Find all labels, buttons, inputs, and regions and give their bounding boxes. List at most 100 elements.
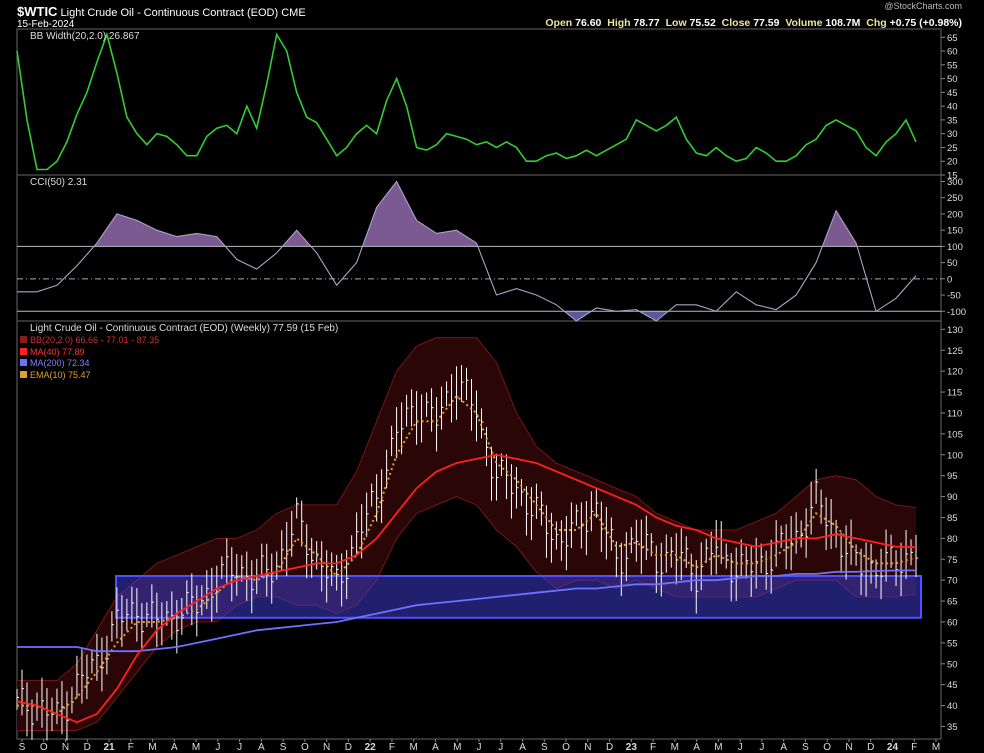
x-tick-label: 21 [103, 742, 115, 753]
x-tick-label: F [128, 742, 134, 753]
x-tick-label: N [584, 742, 591, 753]
x-tick-label: S [280, 742, 287, 753]
legend-ema10: EMA(10) 75.47 [20, 370, 159, 382]
y-tick-label: 45 [947, 88, 958, 99]
x-tick-label: D [84, 742, 91, 753]
chart-root: $WTIC Light Crude Oil - Continuous Contr… [0, 0, 984, 753]
y-tick-label: 95 [947, 471, 958, 482]
x-tick-label: A [519, 742, 526, 753]
x-tick-label: A [432, 742, 439, 753]
y-tick-label: 115 [947, 388, 962, 399]
x-tick-label: A [258, 742, 265, 753]
x-tick-label: 23 [626, 742, 638, 753]
x-tick-label: O [562, 742, 570, 753]
cci-line [17, 180, 917, 322]
y-tick-label: 105 [947, 429, 963, 440]
cci-panel-label: CCI(50) 2.31 [30, 177, 88, 188]
x-tick-label: N [845, 742, 852, 753]
y-tick-label: 65 [947, 33, 958, 44]
x-tick-label: O [301, 742, 309, 753]
y-tick-label: 70 [947, 576, 958, 587]
y-tick-label: -100 [947, 307, 966, 318]
x-tick-label: 22 [365, 742, 377, 753]
price-panel-label: Light Crude Oil - Continuous Contract (E… [30, 323, 339, 334]
x-tick-label: J [237, 742, 242, 753]
y-tick-label: 120 [947, 367, 963, 378]
x-tick-label: J [477, 742, 482, 753]
legend-ma40: MA(40) 77.89 [20, 347, 159, 359]
x-tick-label: J [215, 742, 220, 753]
panel-frame-1 [16, 174, 942, 322]
y-tick-label: 55 [947, 60, 958, 71]
x-tick-label: A [780, 742, 787, 753]
panel-frame-0 [16, 28, 942, 176]
x-tick-label: A [693, 742, 700, 753]
y-tick-label: 250 [947, 193, 963, 204]
price-legend: BB(20,2.0) 66.66 - 77.01 - 87.35 MA(40) … [20, 335, 159, 381]
y-tick-label: 130 [947, 325, 963, 336]
y-tick-label: 200 [947, 209, 963, 220]
legend-bb-text: BB(20,2.0) 66.66 - 77.01 - 87.35 [30, 335, 160, 345]
y-tick-label: 60 [947, 617, 958, 628]
legend-ma200: MA(200) 72.34 [20, 358, 159, 370]
y-tick-label: 40 [947, 102, 958, 113]
y-tick-label: 65 [947, 597, 958, 608]
y-tick-label: 60 [947, 47, 958, 58]
y-tick-label: 40 [947, 701, 958, 712]
y-tick-label: 300 [947, 177, 963, 188]
x-tick-label: F [389, 742, 395, 753]
y-tick-label: 90 [947, 492, 958, 503]
x-tick-label: M [148, 742, 156, 753]
x-tick-label: S [802, 742, 809, 753]
y-tick-label: -50 [947, 291, 961, 302]
y-tick-label: 50 [947, 258, 958, 269]
y-tick-label: 50 [947, 659, 958, 670]
y-tick-label: 35 [947, 115, 958, 126]
legend-ma40-text: MA(40) 77.89 [30, 346, 85, 357]
y-tick-label: 30 [947, 129, 958, 140]
x-tick-label: N [62, 742, 69, 753]
x-tick-label: S [541, 742, 548, 753]
legend-ema10-text: EMA(10) 75.47 [30, 369, 91, 380]
y-tick-label: 80 [947, 534, 958, 545]
bbw-panel-label: BB Width(20,2.0) 26.867 [30, 31, 140, 42]
x-tick-label: M [932, 742, 940, 753]
x-tick-label: D [606, 742, 613, 753]
legend-bb: BB(20,2.0) 66.66 - 77.01 - 87.35 [20, 335, 159, 347]
x-tick-label: M [453, 742, 461, 753]
legend-ma200-text: MA(200) 72.34 [30, 358, 90, 368]
x-tick-label: A [171, 742, 178, 753]
x-tick-label: 24 [887, 742, 899, 753]
y-tick-label: 45 [947, 680, 958, 691]
x-tick-label: O [823, 742, 831, 753]
y-tick-label: 0 [947, 274, 952, 285]
y-tick-label: 55 [947, 638, 958, 649]
x-tick-label: M [192, 742, 200, 753]
x-tick-label: F [911, 742, 917, 753]
x-tick-label: J [759, 742, 764, 753]
y-tick-label: 35 [947, 722, 958, 733]
x-tick-label: N [323, 742, 330, 753]
y-tick-label: 20 [947, 157, 958, 168]
y-tick-label: 150 [947, 226, 963, 237]
x-tick-label: M [714, 742, 722, 753]
cci-overbought-fill [94, 181, 858, 247]
y-tick-label: 25 [947, 143, 958, 154]
y-tick-label: 75 [947, 555, 958, 566]
x-tick-label: D [867, 742, 874, 753]
y-tick-label: 85 [947, 513, 958, 524]
x-tick-label: D [345, 742, 352, 753]
y-tick-label: 125 [947, 346, 963, 357]
y-tick-label: 100 [947, 450, 963, 461]
cci-oversold-fill [17, 311, 916, 321]
x-tick-label: M [671, 742, 679, 753]
y-tick-label: 110 [947, 408, 962, 419]
y-tick-label: 100 [947, 242, 963, 253]
x-tick-label: J [738, 742, 743, 753]
x-tick-label: O [40, 742, 48, 753]
bb-width-line [16, 31, 917, 171]
x-tick-label: F [650, 742, 656, 753]
x-tick-label: J [498, 742, 503, 753]
x-tick-label: S [19, 742, 26, 753]
x-tick-label: M [410, 742, 418, 753]
